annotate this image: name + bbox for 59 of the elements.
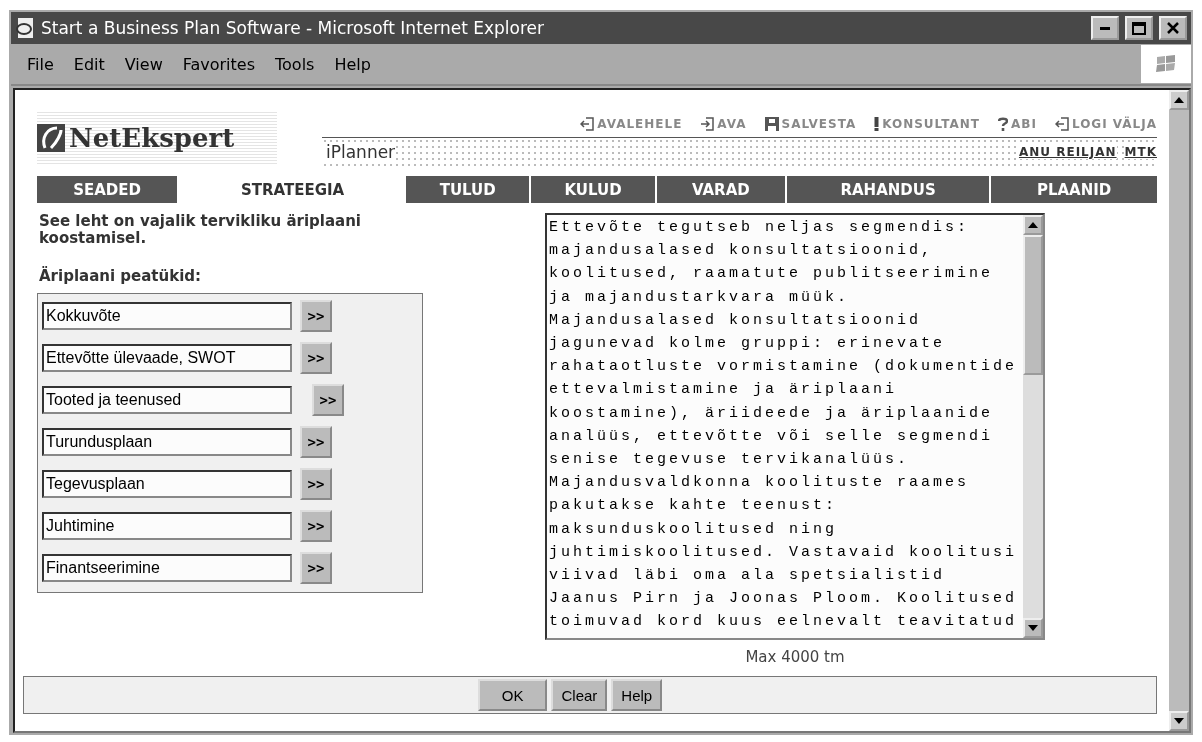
user-link[interactable]: ANU REILJAN xyxy=(1018,145,1117,159)
down-arrow-icon xyxy=(1028,625,1038,631)
nav-link[interactable]: ABI xyxy=(998,117,1037,131)
chapter-field[interactable]: Turundusplaan xyxy=(42,428,292,456)
open-chapter-button[interactable]: >> xyxy=(300,468,332,500)
menu-item[interactable]: View xyxy=(120,54,167,74)
exit-icon xyxy=(1054,117,1069,131)
nav-link[interactable]: KONSULTANT xyxy=(874,117,980,131)
form-button[interactable]: OK xyxy=(477,679,548,711)
user-link[interactable]: MTK xyxy=(1124,145,1157,159)
page-scrollbar[interactable] xyxy=(1169,90,1189,731)
close-icon xyxy=(1167,22,1179,34)
chapter-field[interactable]: Finantseerimine xyxy=(42,554,292,582)
form-button[interactable]: Clear xyxy=(551,679,608,711)
logo-mark-icon xyxy=(37,124,65,152)
chapter-field[interactable]: Ettevõtte ülevaade, SWOT xyxy=(42,344,292,372)
up-arrow-icon xyxy=(1174,97,1184,103)
nav-link[interactable]: AVALEHELE xyxy=(580,117,683,131)
open-chapter-button[interactable]: >> xyxy=(300,342,332,374)
nav-link[interactable]: LOGI VÄLJA xyxy=(1054,117,1157,131)
chapter-field[interactable]: Kokkuvõte xyxy=(42,302,292,330)
logo-text: NetEkspert xyxy=(69,123,235,153)
nav-link[interactable]: SALVESTA xyxy=(764,117,857,131)
enter-icon xyxy=(700,117,715,131)
up-arrow-icon xyxy=(1028,222,1038,228)
scrollbar[interactable] xyxy=(1023,215,1043,638)
menu-item[interactable]: Help xyxy=(330,54,375,74)
menu-item[interactable]: Edit xyxy=(69,54,109,74)
menu-item[interactable]: Favorites xyxy=(178,54,259,74)
nav-link[interactable]: AVA xyxy=(700,117,747,131)
close-button[interactable] xyxy=(1159,16,1187,40)
limit-note: Max 4000 tm xyxy=(745,648,845,666)
exit-icon xyxy=(580,117,595,131)
chapter-field[interactable]: Juhtimine xyxy=(42,512,292,540)
maximize-button[interactable] xyxy=(1125,16,1153,40)
open-chapter-button[interactable]: >> xyxy=(312,384,344,416)
text-area[interactable]: Ettevõte tegutseb neljas segmendis: majandusalased konsultatsioonid, koolitused, raamatute publitseerimine ja majandustarkvara müük. Majandusalased konsultatsioonid jagunevad kolme gruppi: erinevate rahataotluste vormistamine (dokumentide ettevalmistamine ja äriplaani koostamine), äriideede ja äriplaanide analüüs, ettevõtte või selle segmendi senise tegevuse tervikanalüüs. Majandusvaldkonna koolituste raames pakutakse kahte teenust: maksunduskoolitused ning juhtimiskoolitused. Vastavaid koolitusi viivad läbi oma ala spetsialistid Jaanus Pirn ja Joonas Ploom. Koolitused toimuvad kord kuus eelnevalt teavitatud xyxy=(545,213,1045,640)
maximize-icon xyxy=(1132,21,1146,35)
section-heading: Äriplaani peatükid: xyxy=(39,267,203,285)
intro-text: See leht on vajalik tervikliku äriplaani koostamisel. xyxy=(39,213,362,247)
exclamation-icon xyxy=(874,117,880,131)
form-button[interactable]: Help xyxy=(611,679,663,711)
chapter-field[interactable]: Tegevusplaan xyxy=(42,470,292,498)
menu-item[interactable]: File xyxy=(23,54,58,74)
minimize-button[interactable] xyxy=(1091,16,1119,40)
flag-icon xyxy=(1155,54,1177,74)
minimize-icon xyxy=(1100,26,1110,30)
open-chapter-button[interactable]: >> xyxy=(300,300,332,332)
chapter-field[interactable]: Tooted ja teenused xyxy=(42,386,292,414)
down-arrow-icon xyxy=(1174,718,1184,724)
browser-icon xyxy=(15,17,35,39)
tab[interactable]: STRATEEGIA xyxy=(179,176,407,203)
open-chapter-button[interactable]: >> xyxy=(300,426,332,458)
question-icon xyxy=(998,117,1008,131)
open-chapter-button[interactable]: >> xyxy=(300,552,332,584)
menu-item[interactable]: Tools xyxy=(271,54,319,74)
open-chapter-button[interactable]: >> xyxy=(300,510,332,542)
app-name: iPlanner xyxy=(322,142,396,162)
window-title: Start a Business Plan Software - Microsoft Internet Explorer xyxy=(41,18,546,38)
